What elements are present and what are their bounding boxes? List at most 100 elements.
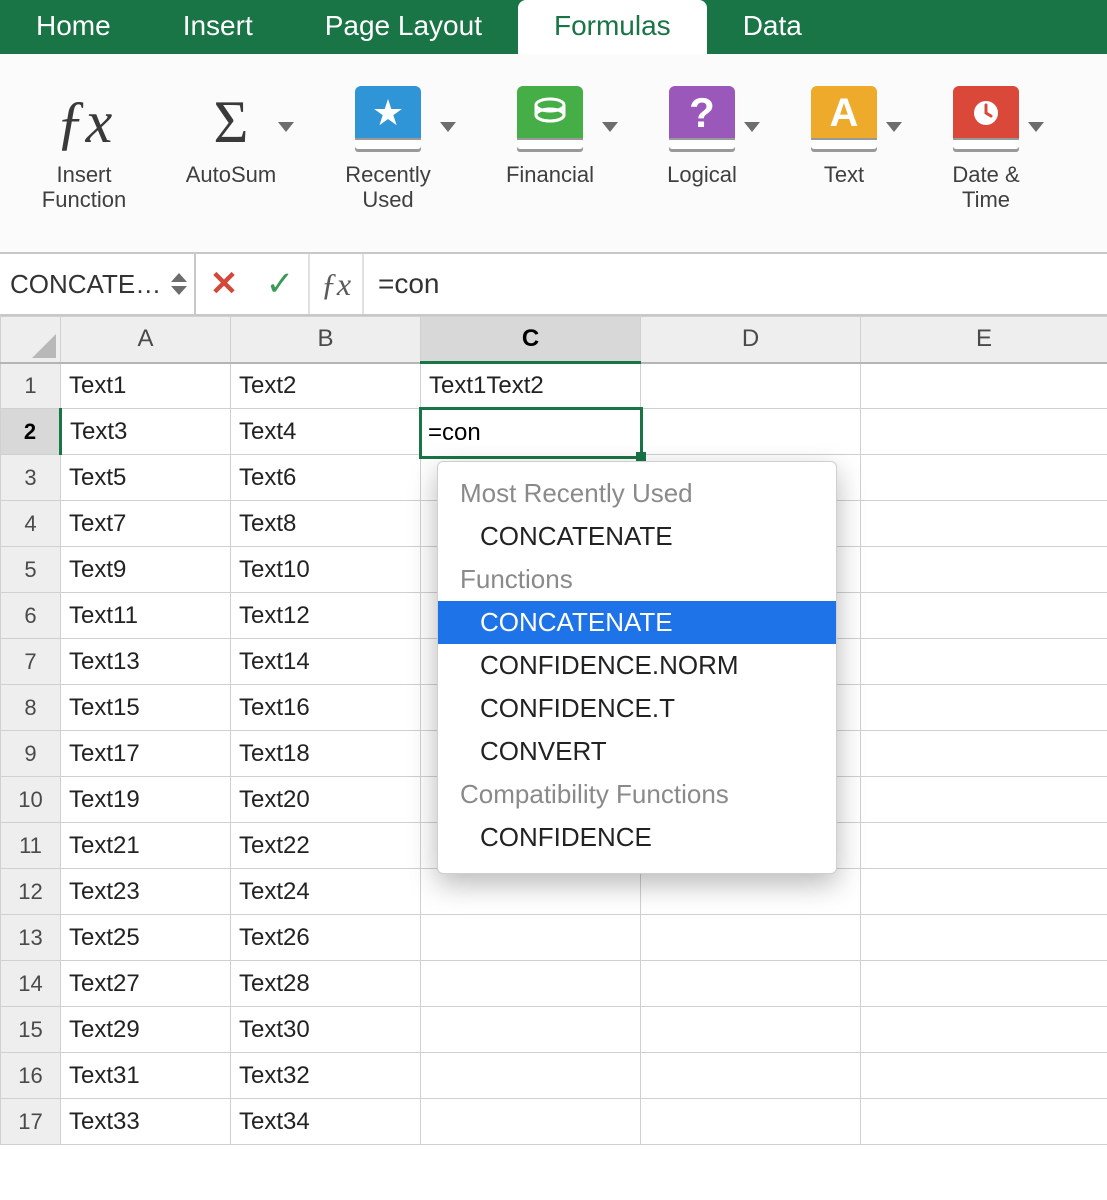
cell[interactable]: Text34 — [231, 1099, 421, 1145]
tab-data[interactable]: Data — [707, 0, 838, 54]
autocomplete-item[interactable]: CONFIDENCE.T — [438, 687, 836, 730]
cell[interactable] — [421, 961, 641, 1007]
cell[interactable]: Text30 — [231, 1007, 421, 1053]
cell[interactable] — [861, 869, 1107, 915]
cell[interactable] — [861, 501, 1107, 547]
chevron-down-icon[interactable] — [278, 122, 294, 132]
cell[interactable]: Text2 — [231, 363, 421, 409]
name-box-stepper[interactable] — [168, 273, 190, 295]
cell[interactable]: Text27 — [61, 961, 231, 1007]
cell[interactable] — [421, 1053, 641, 1099]
cell[interactable] — [861, 1007, 1107, 1053]
row-header-16[interactable]: 16 — [1, 1053, 61, 1099]
cell[interactable]: Text13 — [61, 639, 231, 685]
autosum-button[interactable]: Σ AutoSum — [166, 72, 296, 238]
cell[interactable] — [641, 363, 861, 409]
select-all-corner[interactable] — [1, 317, 61, 363]
cell[interactable] — [861, 915, 1107, 961]
cell[interactable]: Text9 — [61, 547, 231, 593]
row-header-14[interactable]: 14 — [1, 961, 61, 1007]
financial-button[interactable]: Financial — [480, 72, 620, 238]
cell[interactable]: Text29 — [61, 1007, 231, 1053]
tab-insert[interactable]: Insert — [147, 0, 289, 54]
cell[interactable] — [641, 1053, 861, 1099]
cell[interactable]: Text1 — [61, 363, 231, 409]
autocomplete-item[interactable]: CONCATENATE — [438, 515, 836, 558]
text-button[interactable]: A Text — [784, 72, 904, 238]
cell[interactable] — [641, 869, 861, 915]
chevron-down-icon[interactable] — [1028, 122, 1044, 132]
formula-input[interactable] — [364, 254, 1107, 314]
row-header-11[interactable]: 11 — [1, 823, 61, 869]
cell[interactable]: Text25 — [61, 915, 231, 961]
cell[interactable] — [861, 685, 1107, 731]
cell[interactable] — [641, 1099, 861, 1145]
cell[interactable] — [421, 1099, 641, 1145]
cell[interactable]: Text22 — [231, 823, 421, 869]
cell[interactable]: Text6 — [231, 455, 421, 501]
cell[interactable] — [861, 547, 1107, 593]
cell[interactable]: Text19 — [61, 777, 231, 823]
autocomplete-item[interactable]: CONVERT — [438, 730, 836, 773]
chevron-down-icon[interactable] — [886, 122, 902, 132]
chevron-down-icon[interactable] — [602, 122, 618, 132]
cell[interactable] — [861, 455, 1107, 501]
row-header-1[interactable]: 1 — [1, 363, 61, 409]
cell[interactable] — [641, 961, 861, 1007]
row-header-5[interactable]: 5 — [1, 547, 61, 593]
cell[interactable]: Text3 — [61, 409, 231, 455]
row-header-9[interactable]: 9 — [1, 731, 61, 777]
cancel-button[interactable]: ✕ — [196, 254, 252, 314]
cell[interactable]: Text5 — [61, 455, 231, 501]
cell[interactable]: Text23 — [61, 869, 231, 915]
autocomplete-item[interactable]: CONFIDENCE — [438, 816, 836, 859]
cell[interactable]: Text24 — [231, 869, 421, 915]
cell[interactable] — [861, 823, 1107, 869]
cell[interactable] — [421, 915, 641, 961]
cell[interactable] — [641, 1007, 861, 1053]
cell[interactable] — [861, 639, 1107, 685]
cell[interactable] — [861, 363, 1107, 409]
cell[interactable]: Text4 — [231, 409, 421, 455]
cell[interactable]: Text11 — [61, 593, 231, 639]
row-header-10[interactable]: 10 — [1, 777, 61, 823]
cell[interactable] — [641, 409, 861, 455]
logical-button[interactable]: ? Logical — [642, 72, 762, 238]
row-header-7[interactable]: 7 — [1, 639, 61, 685]
date-time-button[interactable]: Date &Time — [926, 72, 1046, 238]
cell[interactable]: Text1Text2 — [421, 363, 641, 409]
cell[interactable]: Text16 — [231, 685, 421, 731]
active-cell-editor[interactable]: =con — [419, 407, 643, 459]
cell[interactable]: Text20 — [231, 777, 421, 823]
cell[interactable]: Text14 — [231, 639, 421, 685]
cell[interactable]: Text8 — [231, 501, 421, 547]
name-box[interactable]: CONCATE… — [0, 254, 196, 314]
accept-button[interactable]: ✓ — [252, 254, 308, 314]
row-header-17[interactable]: 17 — [1, 1099, 61, 1145]
column-header-C[interactable]: C — [421, 317, 641, 363]
cell[interactable]: Text10 — [231, 547, 421, 593]
cell[interactable] — [861, 731, 1107, 777]
cell[interactable] — [861, 1099, 1107, 1145]
autocomplete-item[interactable]: CONCATENATE — [438, 601, 836, 644]
cell[interactable] — [861, 961, 1107, 1007]
cell[interactable] — [861, 593, 1107, 639]
chevron-down-icon[interactable] — [440, 122, 456, 132]
tab-home[interactable]: Home — [0, 0, 147, 54]
cell[interactable]: Text32 — [231, 1053, 421, 1099]
cell[interactable] — [421, 869, 641, 915]
tab-formulas[interactable]: Formulas — [518, 0, 707, 54]
fx-icon[interactable]: ƒx — [308, 254, 364, 314]
autocomplete-item[interactable]: CONFIDENCE.NORM — [438, 644, 836, 687]
chevron-down-icon[interactable] — [744, 122, 760, 132]
cell[interactable]: Text12 — [231, 593, 421, 639]
cell[interactable] — [641, 915, 861, 961]
row-header-6[interactable]: 6 — [1, 593, 61, 639]
cell[interactable] — [421, 1007, 641, 1053]
cell[interactable] — [861, 777, 1107, 823]
cell[interactable]: Text31 — [61, 1053, 231, 1099]
tab-page-layout[interactable]: Page Layout — [289, 0, 518, 54]
cell[interactable]: Text15 — [61, 685, 231, 731]
row-header-3[interactable]: 3 — [1, 455, 61, 501]
column-header-D[interactable]: D — [641, 317, 861, 363]
